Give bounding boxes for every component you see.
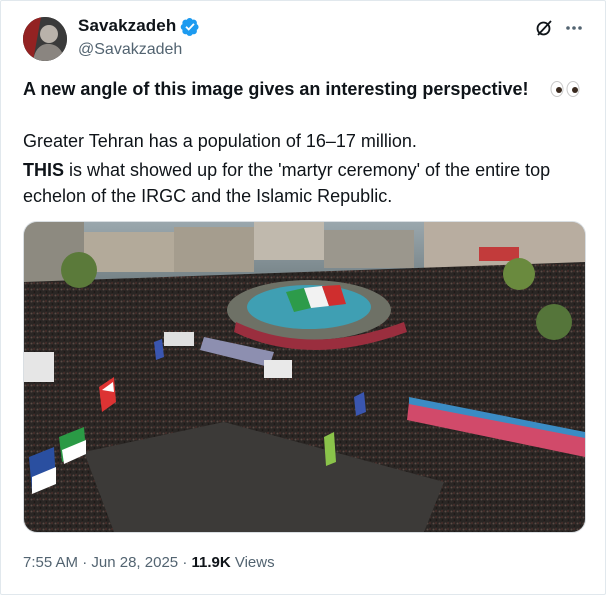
eyes-emoji-icon <box>550 81 580 97</box>
meta-separator: · <box>82 554 88 571</box>
tweet-time[interactable]: 7:55 AM <box>23 554 78 571</box>
author-name[interactable]: Savakzadeh <box>78 16 176 36</box>
tweet-paragraph-1: Greater Tehran has a population of 16–17… <box>23 131 417 151</box>
tweet-photo[interactable] <box>23 221 586 533</box>
author-handle[interactable]: @Savakzadeh <box>78 41 182 59</box>
tweet-meta: 7:55 AM · Jun 28, 2025 · 11.9K Views <box>23 554 275 571</box>
avatar[interactable] <box>23 17 67 61</box>
tweet-paragraph-2: THIS is what showed up for the 'martyr c… <box>23 157 593 209</box>
tweet-date[interactable]: Jun 28, 2025 <box>91 554 178 571</box>
views-label: Views <box>234 554 275 571</box>
tweet-headline: A new angle of this image gives an inter… <box>23 79 529 99</box>
meta-separator: · <box>182 554 188 571</box>
views-count: 11.9K <box>191 554 231 571</box>
grok-icon[interactable] <box>534 18 554 38</box>
tweet-card: Savakzadeh @Savakzadeh A new angle of th… <box>0 0 606 595</box>
tweet-paragraph-2-text: is what showed up for the 'martyr ceremo… <box>23 160 551 206</box>
verified-badge-icon <box>180 18 199 36</box>
emphasis-text: THIS <box>23 160 65 180</box>
more-icon[interactable] <box>564 18 584 38</box>
